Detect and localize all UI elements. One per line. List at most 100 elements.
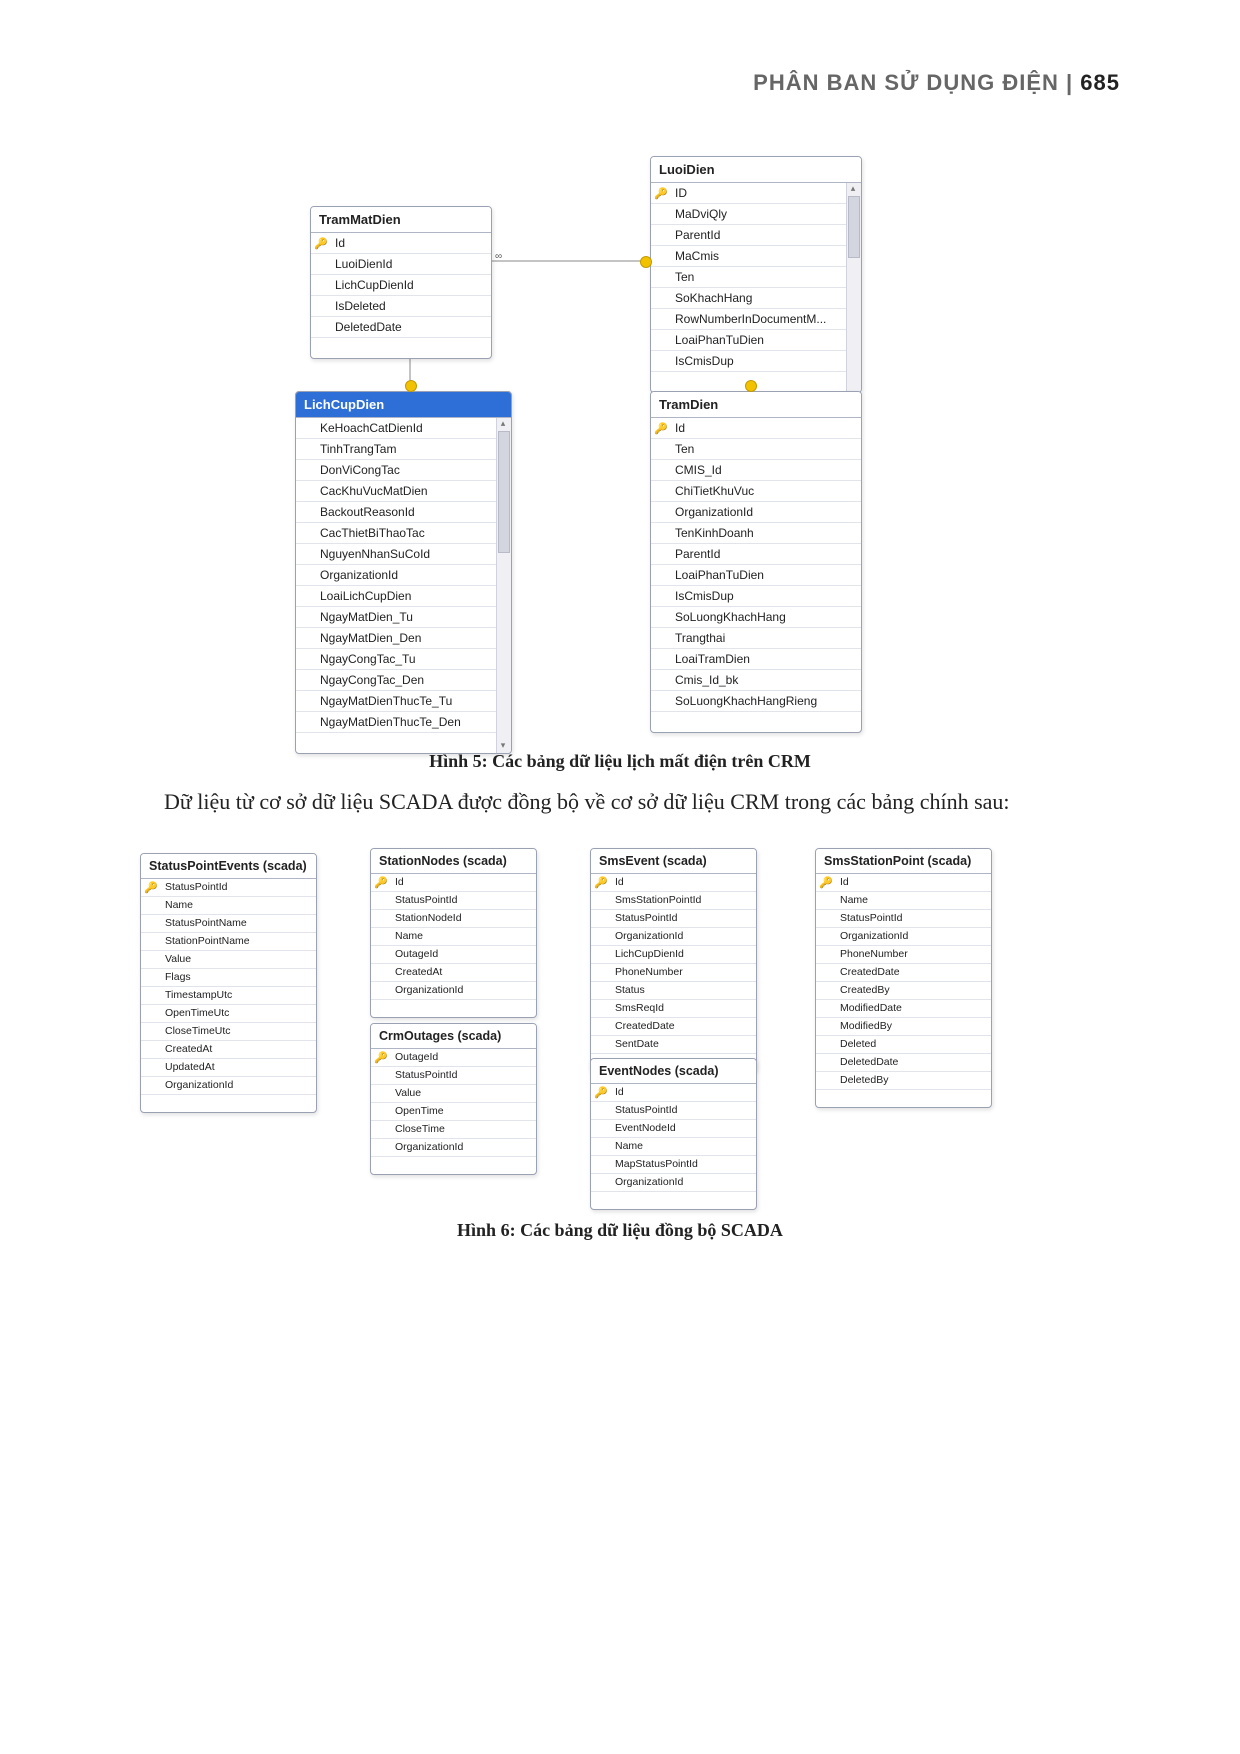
field-row: OpenTimeUtc [141,1005,316,1023]
field-name: LichCupDienId [331,278,491,292]
field-row: BackoutReasonId [296,502,496,523]
field-row: TimestampUtc [141,987,316,1005]
field-name: OrganizationId [391,1141,536,1153]
field-row: IsDeleted [311,296,491,317]
scrollbar[interactable] [846,183,861,392]
field-name: IsCmisDup [671,589,861,603]
empty-row [651,712,861,732]
field-row: StatusPointId [591,1102,756,1120]
field-row: CreatedAt [141,1041,316,1059]
field-name: LoaiPhanTuDien [671,568,861,582]
scrollbar[interactable] [496,418,511,753]
figure-5-caption: Hình 5: Các bảng dữ liệu lịch mất điện t… [120,751,1120,772]
field-row: OrganizationId [816,928,991,946]
field-name: DeletedDate [836,1056,991,1068]
empty-row [371,1157,536,1174]
relation-key-icon [640,256,652,268]
field-name: OutageId [391,948,536,960]
field-name: IsDeleted [331,299,491,313]
figure-6-diagram: StatusPointEvents (scada) 🔑StatusPointId… [140,848,1100,1208]
primary-key-icon: 🔑 [311,237,331,250]
field-name: SoKhachHang [671,291,846,305]
relation-key-icon [405,380,417,392]
relation-key-icon [745,380,757,392]
field-row: IsCmisDup [651,351,846,372]
field-name: KeHoachCatDienId [316,421,496,435]
primary-key-icon: 🔑 [651,187,671,200]
field-row: CacKhuVucMatDien [296,481,496,502]
field-name: Name [836,894,991,906]
scroll-up-icon[interactable] [497,418,509,429]
field-name: StatusPointId [836,912,991,924]
scroll-thumb[interactable] [848,196,860,258]
empty-row [296,733,496,753]
field-row: NgayMatDienThucTe_Den [296,712,496,733]
field-name: StationPointName [161,935,316,947]
table-title: TramDien [651,392,861,418]
field-row: OpenTime [371,1103,536,1121]
field-row: StatusPointId [371,1067,536,1085]
field-name: NgayMatDien_Den [316,631,496,645]
field-name: Status [611,984,756,996]
field-row: SoKhachHang [651,288,846,309]
field-name: SoLuongKhachHangRieng [671,694,861,708]
field-name: EventNodeId [611,1122,756,1134]
field-row: NgayMatDien_Den [296,628,496,649]
field-name: StatusPointId [391,1069,536,1081]
field-name: Id [331,236,491,250]
field-name: Value [391,1087,536,1099]
field-name: CreatedBy [836,984,991,996]
field-row: LoaiLichCupDien [296,586,496,607]
field-row: StatusPointId [816,910,991,928]
field-row: RowNumberInDocumentM... [651,309,846,330]
field-row: Ten [651,267,846,288]
table-title: SmsStationPoint (scada) [816,849,991,874]
field-name: NgayCongTac_Den [316,673,496,687]
field-name: Name [161,899,316,911]
scroll-down-icon[interactable] [497,740,509,751]
field-row: CloseTimeUtc [141,1023,316,1041]
field-row: StatusPointId [591,910,756,928]
field-row: CMIS_Id [651,460,861,481]
field-row: OrganizationId [651,502,861,523]
field-row: SoLuongKhachHang [651,607,861,628]
field-row: Status [591,982,756,1000]
field-name: Flags [161,971,316,983]
table-StatusPointEvents: StatusPointEvents (scada) 🔑StatusPointId… [140,853,317,1113]
field-row: Trangthai [651,628,861,649]
field-name: Name [391,930,536,942]
field-row: DeletedBy [816,1072,991,1090]
field-name: ModifiedDate [836,1002,991,1014]
table-title: StatusPointEvents (scada) [141,854,316,879]
field-row: TenKinhDoanh [651,523,861,544]
field-row: 🔑Id [311,233,491,254]
field-name: OrganizationId [611,1176,756,1188]
scroll-up-icon[interactable] [847,183,859,194]
field-row: Ten [651,439,861,460]
table-title: LuoiDien [651,157,861,183]
field-name: SoLuongKhachHang [671,610,861,624]
field-row: CreatedDate [591,1018,756,1036]
field-name: Name [611,1140,756,1152]
field-row: SoLuongKhachHangRieng [651,691,861,712]
field-row: StationNodeId [371,910,536,928]
table-TramDien: TramDien 🔑IdTenCMIS_IdChiTietKhuVucOrgan… [650,391,862,733]
empty-row [311,338,491,358]
field-name: CacKhuVucMatDien [316,484,496,498]
field-name: CloseTime [391,1123,536,1135]
figure-5-diagram: ∞ 8 8 TramMatDien 🔑IdLuoiDienIdLichCupDi… [270,156,970,726]
field-name: StationNodeId [391,912,536,924]
primary-key-icon: 🔑 [651,422,671,435]
field-row: NguyenNhanSuCoId [296,544,496,565]
field-name: OrganizationId [836,930,991,942]
field-name: LoaiTramDien [671,652,861,666]
field-row: LuoiDienId [311,254,491,275]
field-name: ModifiedBy [836,1020,991,1032]
scroll-thumb[interactable] [498,431,510,553]
field-name: ID [671,186,846,200]
page-number: 685 [1080,70,1120,95]
table-title: StationNodes (scada) [371,849,536,874]
field-row: 🔑Id [816,874,991,892]
field-name: NguyenNhanSuCoId [316,547,496,561]
field-row: 🔑Id [651,418,861,439]
